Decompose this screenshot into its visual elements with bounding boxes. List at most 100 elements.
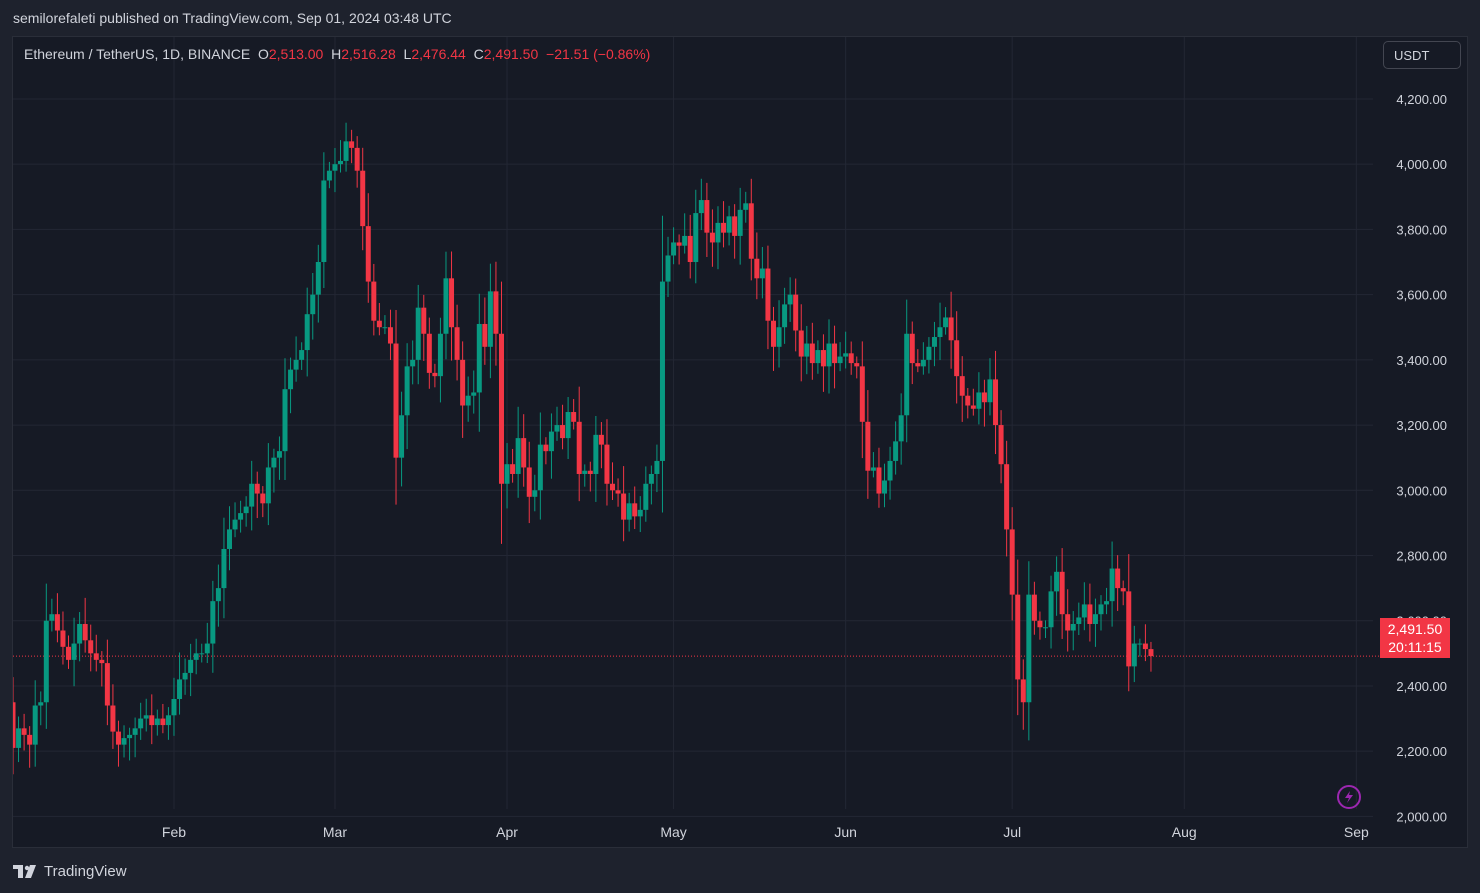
- candle-body: [210, 601, 216, 644]
- ohlc-legend: Ethereum / TetherUS, 1D, BINANCE O2,513.…: [24, 46, 650, 62]
- low-value: 2,476.44: [411, 46, 466, 62]
- candle-body: [160, 718, 166, 726]
- candle-body: [515, 438, 521, 474]
- candle-body: [188, 659, 194, 673]
- candle-body: [365, 226, 371, 282]
- candle-body: [1065, 614, 1071, 631]
- candle-body: [737, 209, 743, 236]
- candle-body: [504, 464, 510, 484]
- candle-body: [721, 222, 727, 233]
- change-value: −21.51 (−0.86%): [546, 46, 651, 62]
- lightning-bolt-icon[interactable]: [1337, 785, 1361, 809]
- candle-body: [554, 425, 560, 432]
- y-tick-label: 2,000.00: [1396, 809, 1447, 824]
- candle-body: [576, 421, 582, 474]
- candle-body: [937, 327, 943, 338]
- candle-body: [993, 379, 999, 426]
- y-tick-label: 2,200.00: [1396, 744, 1447, 759]
- candle-body: [615, 490, 621, 494]
- candle-body: [1087, 604, 1093, 624]
- currency-label: USDT: [1394, 47, 1430, 63]
- candle-body: [970, 405, 976, 409]
- candle-body: [1004, 464, 1010, 530]
- candle-body: [704, 200, 710, 233]
- candle-body: [293, 359, 299, 370]
- candle-body: [593, 434, 599, 474]
- candle-body: [654, 460, 660, 474]
- candle-body: [887, 460, 893, 481]
- candle-body: [621, 493, 627, 520]
- candle-body: [510, 464, 516, 474]
- candle-body: [343, 141, 349, 161]
- candle-body: [571, 412, 577, 422]
- candle-body: [898, 415, 904, 442]
- candle-body: [282, 389, 288, 452]
- y-tick-label: 2,800.00: [1396, 549, 1447, 564]
- chart-pane[interactable]: 2,000.002,200.002,400.002,600.002,800.00…: [12, 36, 1468, 848]
- candle-body: [1037, 620, 1043, 628]
- candle-body: [99, 659, 105, 664]
- candle-body: [709, 232, 715, 243]
- last-price-tag: 2,491.50 20:11:15: [1380, 618, 1450, 658]
- candle-body: [387, 327, 393, 344]
- candle-body: [532, 490, 538, 497]
- x-tick-label: Apr: [496, 824, 518, 840]
- candle-body: [21, 728, 27, 735]
- candle-body: [560, 425, 566, 439]
- candle-body: [498, 333, 504, 484]
- candle-body: [1120, 588, 1126, 592]
- candle-body: [93, 653, 99, 660]
- candle-body: [1048, 591, 1054, 628]
- x-axis-labels: Feb Mar Apr May Jun Jul Aug Sep: [162, 824, 1369, 840]
- candle-body: [643, 483, 649, 510]
- candle-body: [338, 160, 344, 165]
- candle-body: [32, 705, 38, 745]
- candle-body: [13, 702, 16, 748]
- candle-body: [815, 350, 821, 364]
- candle-body: [954, 340, 960, 377]
- candle-body: [843, 353, 849, 357]
- candle-body: [965, 395, 971, 406]
- candle-body: [415, 307, 421, 360]
- candle-body: [115, 731, 121, 745]
- candle-body: [787, 294, 793, 305]
- candle-body: [904, 333, 910, 416]
- candle-body: [199, 653, 205, 655]
- candle-body: [426, 333, 432, 373]
- candle-body: [382, 327, 388, 329]
- candle-body: [732, 216, 738, 236]
- price-chart[interactable]: 2,000.002,200.002,400.002,600.002,800.00…: [13, 37, 1468, 848]
- candle-body: [754, 258, 760, 279]
- candle-body: [1081, 604, 1087, 618]
- candle-body: [693, 213, 699, 263]
- candle-body: [326, 170, 332, 181]
- candle-body: [748, 203, 754, 259]
- candle-body: [154, 718, 160, 726]
- y-tick-label: 3,200.00: [1396, 418, 1447, 433]
- candle-body: [332, 164, 338, 171]
- candle-body: [104, 663, 110, 706]
- candle-body: [959, 376, 965, 396]
- x-tick-label: Aug: [1172, 824, 1197, 840]
- candle-body: [537, 444, 543, 491]
- candle-body: [804, 343, 810, 357]
- candle-body: [38, 702, 44, 706]
- candle-body: [171, 698, 177, 716]
- candle-body: [1015, 594, 1021, 680]
- candle-body: [543, 444, 549, 452]
- candle-body: [1142, 643, 1148, 650]
- candle-body: [1042, 627, 1048, 629]
- y-tick-label: 2,400.00: [1396, 679, 1447, 694]
- candle-body: [404, 366, 410, 416]
- candle-body: [288, 369, 294, 390]
- candle-body: [976, 392, 982, 409]
- candle-body: [16, 728, 22, 748]
- currency-button[interactable]: USDT: [1383, 41, 1461, 69]
- candle-body: [321, 180, 327, 263]
- symbol-title[interactable]: Ethereum / TetherUS, 1D, BINANCE: [24, 46, 250, 62]
- candle-body: [88, 640, 94, 654]
- tradingview-logo[interactable]: TradingView: [13, 863, 127, 880]
- candle-body: [421, 307, 427, 334]
- candle-body: [648, 473, 654, 484]
- candle-body: [604, 444, 610, 484]
